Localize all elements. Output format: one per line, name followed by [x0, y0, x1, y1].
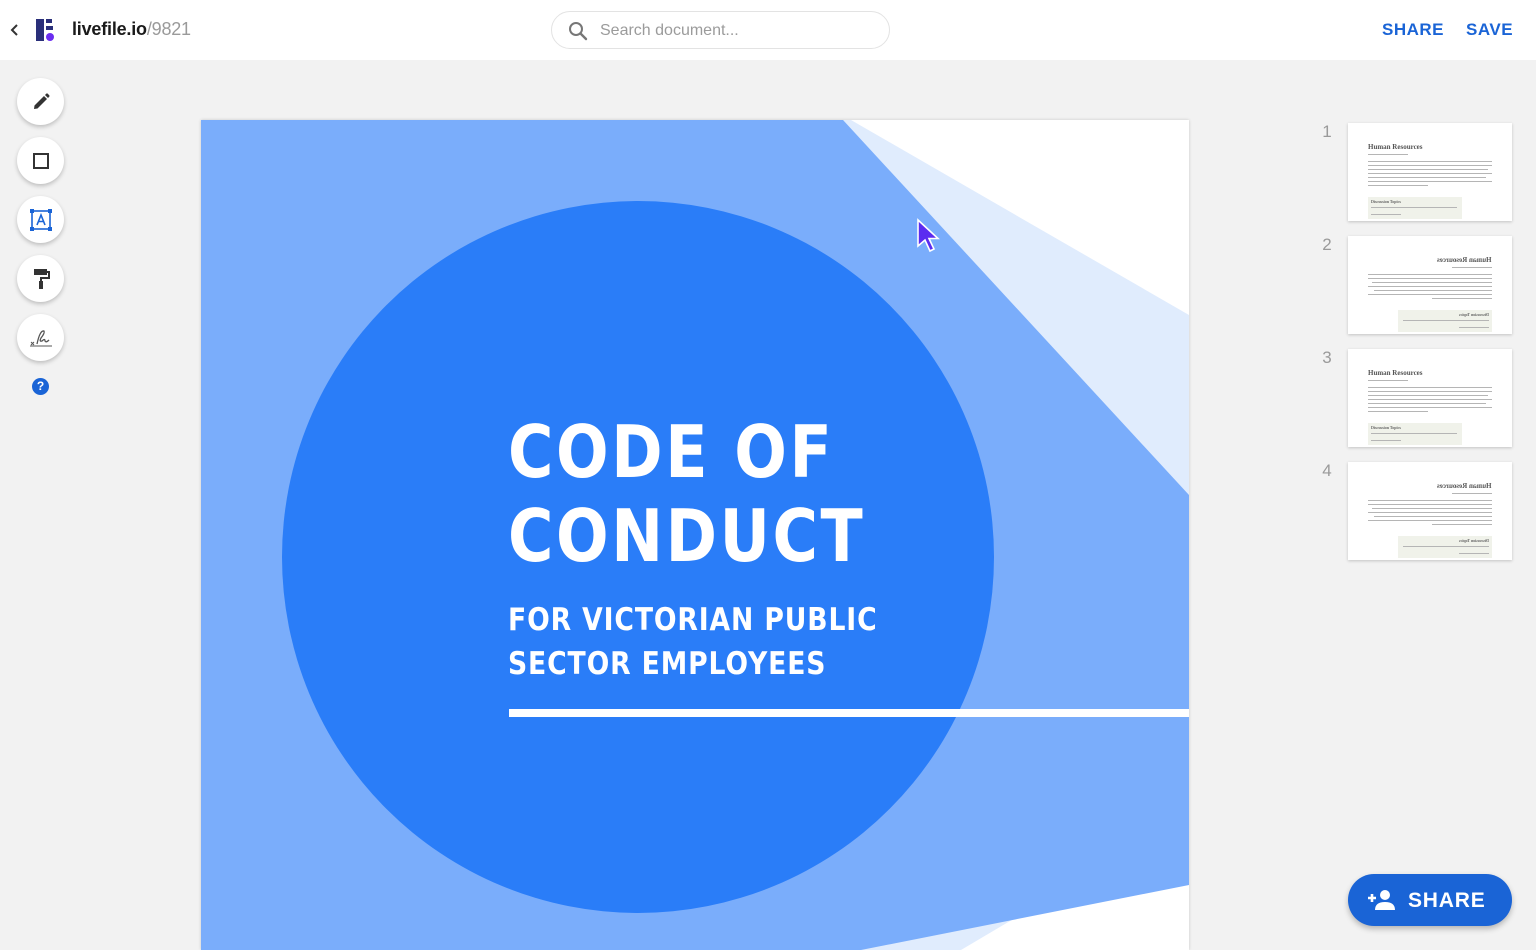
- page-thumbnail-2[interactable]: Human Resources Discussion Topics: [1348, 236, 1512, 334]
- text-box-icon: [29, 208, 52, 231]
- subtitle-line-2: SECTOR EMPLOYEES: [508, 646, 827, 682]
- draw-tool-button[interactable]: [17, 78, 64, 125]
- thumbnail-box-title: Discussion Topics: [1459, 312, 1489, 317]
- help-button[interactable]: ?: [32, 378, 49, 395]
- page-number-3: 3: [1322, 348, 1332, 367]
- thumbnail-heading: Human Resources: [1368, 143, 1423, 151]
- page-number-2: 2: [1322, 235, 1332, 254]
- pencil-icon: [33, 92, 50, 109]
- subtitle-line-1: FOR VICTORIAN PUBLIC: [508, 602, 878, 638]
- signature-tool-button[interactable]: [17, 314, 64, 361]
- title-line-1: CODE OF: [508, 410, 835, 494]
- save-button[interactable]: SAVE: [1466, 20, 1513, 40]
- document-id: /9821: [146, 19, 191, 39]
- chevron-left-icon: [10, 24, 18, 36]
- format-tool-button[interactable]: [17, 255, 64, 302]
- search-input[interactable]: [600, 18, 870, 44]
- brand-title: livefile.io/9821: [72, 19, 191, 40]
- page-number-4: 4: [1322, 461, 1332, 480]
- thumbnail-box-title: Discussion Topics: [1371, 425, 1401, 430]
- back-button[interactable]: [6, 20, 24, 40]
- livefile-logo[interactable]: [36, 18, 56, 42]
- page-thumbnail-4[interactable]: Human Resources Discussion Topics: [1348, 462, 1512, 560]
- brand-name: livefile.io: [72, 19, 147, 39]
- document-subtitle: FOR VICTORIAN PUBLIC SECTOR EMPLOYEES: [508, 598, 878, 686]
- text-tool-button[interactable]: [17, 196, 64, 243]
- document-page[interactable]: CODE OF CONDUCT FOR VICTORIAN PUBLIC SEC…: [201, 120, 1189, 950]
- paint-roller-icon: [33, 268, 50, 289]
- thumbnail-box-title: Discussion Topics: [1371, 199, 1401, 204]
- floating-share-button[interactable]: SHARE: [1348, 874, 1512, 926]
- logo-icon: [36, 19, 54, 41]
- search-icon: [569, 22, 588, 41]
- thumbnail-box-title: Discussion Topics: [1459, 538, 1489, 543]
- page-thumbnail-1[interactable]: Human Resources Discussion Topics: [1348, 123, 1512, 221]
- add-person-icon: [1368, 890, 1395, 910]
- rectangle-icon: [32, 152, 49, 169]
- shape-tool-button[interactable]: [17, 137, 64, 184]
- document-title: CODE OF CONDUCT: [508, 410, 865, 578]
- search-box[interactable]: [551, 11, 890, 49]
- page-thumbnail-3[interactable]: Human Resources Discussion Topics: [1348, 349, 1512, 447]
- thumbnail-heading: Human Resources: [1437, 256, 1492, 264]
- share-button[interactable]: SHARE: [1382, 20, 1444, 40]
- title-line-2: CONDUCT: [508, 494, 866, 578]
- page-number-1: 1: [1322, 122, 1332, 141]
- floating-share-label: SHARE: [1408, 889, 1486, 912]
- top-bar: livefile.io/9821 SHARE SAVE: [0, 0, 1536, 60]
- thumbnail-heading: Human Resources: [1368, 369, 1423, 377]
- signature-icon: [29, 329, 52, 346]
- title-underline: [509, 709, 1189, 717]
- thumbnail-heading: Human Resources: [1437, 482, 1492, 490]
